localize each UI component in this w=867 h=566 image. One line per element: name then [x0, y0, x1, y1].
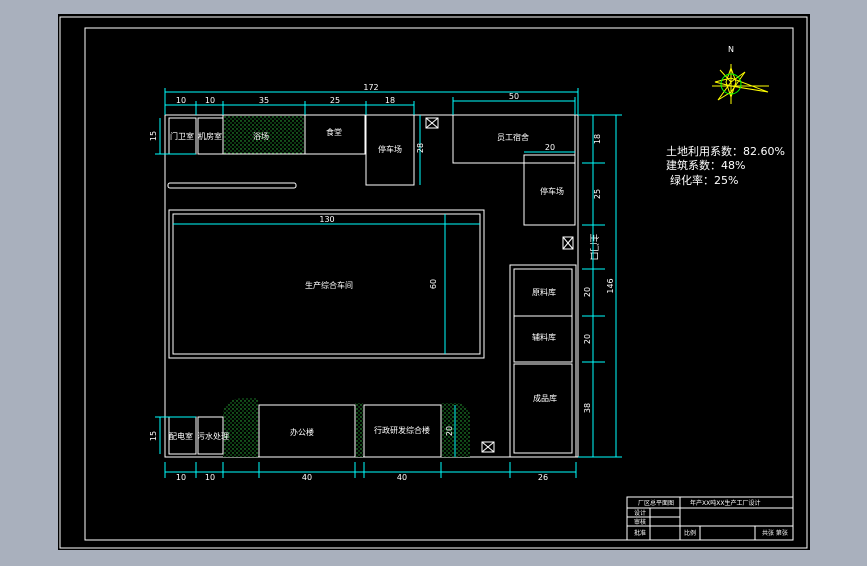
compass-north-label: N — [728, 45, 734, 54]
green-area-left-bottom — [223, 398, 258, 457]
title-sheet: 共张 第张 — [762, 529, 788, 537]
dim-bottom-5: 26 — [538, 473, 548, 482]
dim-right-5: 38 — [583, 403, 592, 413]
dim-top-3: 35 — [259, 96, 269, 105]
dim-workshop-width: 130 — [319, 215, 334, 224]
title-designer: 设计 — [634, 509, 646, 517]
dim-left-bottom-height: 15 — [149, 431, 158, 441]
dim-top-5: 18 — [385, 96, 395, 105]
label-main-entrance: 主门口 — [588, 233, 600, 260]
label-parking: 停车场 — [378, 144, 402, 154]
label-office: 办公楼 — [290, 427, 314, 437]
stat-greening: 绿化率：25% — [670, 173, 738, 187]
title-company: 厂区总平面图 — [638, 499, 674, 507]
dim-right-3: 20 — [583, 287, 592, 297]
stat-building: 建筑系数：48% — [666, 158, 745, 172]
label-machine-room: 机房室 — [198, 131, 222, 141]
title-project: 年产XX吨XX生产工厂设计 — [690, 499, 760, 507]
label-power-room: 配电室 — [169, 431, 193, 441]
dim-right-2: 25 — [593, 189, 602, 199]
dim-total-height: 146 — [606, 278, 615, 293]
dim-parking-height: 28 — [416, 143, 425, 153]
dim-office-height: 20 — [445, 426, 454, 436]
site-plan-drawing: N 土地利用系数：82.60% 建筑系数：48% 绿化率：25% 门卫室 机房室… — [58, 14, 810, 550]
label-bath: 浴场 — [253, 131, 269, 141]
label-raw-storage: 原料库 — [532, 287, 556, 297]
dim-garage-width: 20 — [545, 143, 555, 152]
dim-left-top-height: 15 — [149, 131, 158, 141]
dim-top-2: 10 — [205, 96, 215, 105]
label-workshop: 生产综合车间 — [305, 280, 353, 290]
dim-right-1: 18 — [593, 134, 602, 144]
dim-bottom-3: 40 — [302, 473, 312, 482]
label-guard-room: 门卫室 — [170, 131, 194, 141]
dim-bottom-2: 10 — [205, 473, 215, 482]
label-waste-room: 污水处理 — [197, 431, 229, 441]
green-strip-mid — [355, 403, 363, 457]
label-canteen: 食堂 — [326, 127, 342, 137]
stat-land-use: 土地利用系数：82.60% — [666, 145, 785, 158]
dim-top-1: 10 — [176, 96, 186, 105]
dim-bottom-1: 10 — [176, 473, 186, 482]
label-product-storage: 成品库 — [533, 393, 557, 403]
label-dormitory: 员工宿舍 — [497, 132, 529, 142]
label-admin-rd: 行政研发综合楼 — [374, 425, 430, 435]
dim-workshop-height: 60 — [429, 279, 438, 289]
label-aux-storage: 辅料库 — [532, 332, 556, 342]
dim-bottom-4: 40 — [397, 473, 407, 482]
dim-top-4: 25 — [330, 96, 340, 105]
title-scale: 比例 — [684, 529, 696, 537]
dim-dorm-width: 50 — [509, 92, 519, 101]
dim-top-total: 172 — [363, 83, 378, 92]
title-approver: 批准 — [634, 529, 646, 537]
label-garage-right: 停车场 — [540, 186, 564, 196]
title-checker: 审核 — [634, 518, 646, 526]
dim-right-4: 20 — [583, 334, 592, 344]
cad-viewport: N 土地利用系数：82.60% 建筑系数：48% 绿化率：25% 门卫室 机房室… — [0, 0, 867, 562]
